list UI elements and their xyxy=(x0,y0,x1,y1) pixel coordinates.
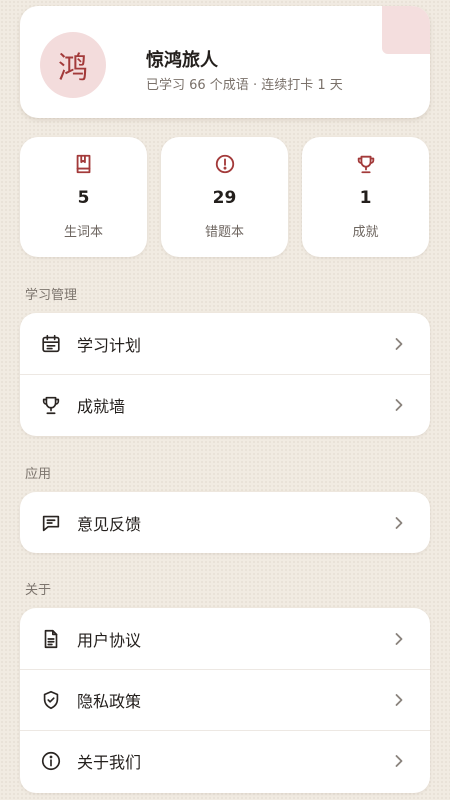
alert-circle-icon xyxy=(214,153,236,175)
notebook-icon xyxy=(73,153,95,175)
stat-value: 5 xyxy=(77,188,90,208)
message-icon xyxy=(40,512,62,534)
chevron-right-icon xyxy=(394,516,404,530)
menu-item-label: 关于我们 xyxy=(77,753,142,772)
profile-subtitle: 已学习 66 个成语 · 连续打卡 1 天 xyxy=(146,78,343,93)
stat-card-vocabulary[interactable]: 5 生词本 xyxy=(20,137,147,257)
menu-item-label: 学习计划 xyxy=(77,335,142,355)
nickname: 惊鸿旅人 xyxy=(146,50,218,71)
menu-item-about-us[interactable]: 关于我们 xyxy=(20,730,430,791)
info-icon xyxy=(40,750,62,772)
menu-item-privacy-policy[interactable]: 隐私政策 xyxy=(20,669,430,730)
stat-label: 错题本 xyxy=(204,225,244,240)
stat-card-mistakes[interactable]: 29 错题本 xyxy=(161,137,288,257)
stat-value: 29 xyxy=(212,188,237,208)
menu-item-label: 意见反馈 xyxy=(77,514,142,534)
avatar[interactable]: 鸿 xyxy=(40,32,106,98)
section-title-learning: 学习管理 xyxy=(25,288,78,303)
trophy-icon xyxy=(355,153,377,175)
menu-item-label: 成就墙 xyxy=(77,397,126,416)
menu-item-feedback[interactable]: 意见反馈 xyxy=(20,492,430,553)
section-title-app: 应用 xyxy=(25,467,52,482)
chevron-right-icon xyxy=(394,337,404,351)
chevron-right-icon xyxy=(394,398,404,412)
menu-item-label: 用户协议 xyxy=(77,630,142,650)
stat-label: 生词本 xyxy=(63,225,103,240)
chevron-right-icon xyxy=(394,632,404,646)
stat-value: 1 xyxy=(359,188,372,208)
document-icon xyxy=(40,628,62,650)
shield-check-icon xyxy=(40,689,62,711)
menu-item-study-plan[interactable]: 学习计划 xyxy=(20,313,430,374)
stat-label: 成就 xyxy=(352,225,379,240)
trophy-icon xyxy=(40,394,62,416)
profile-card[interactable]: 鸿 惊鸿旅人 已学习 66 个成语 · 连续打卡 1 天 xyxy=(20,6,430,118)
calendar-icon xyxy=(40,333,62,355)
stat-card-achievements[interactable]: 1 成就 xyxy=(302,137,429,257)
profile-corner-decoration xyxy=(382,6,430,54)
menu-group-app: 意见反馈 xyxy=(20,492,430,553)
menu-item-user-agreement[interactable]: 用户协议 xyxy=(20,608,430,669)
menu-item-label: 隐私政策 xyxy=(77,692,142,711)
menu-group-learning: 学习计划 成就墙 xyxy=(20,313,430,436)
chevron-right-icon xyxy=(394,693,404,707)
chevron-right-icon xyxy=(394,754,404,768)
section-title-about: 关于 xyxy=(25,583,52,598)
menu-group-about: 用户协议 隐私政策 关于我们 xyxy=(20,608,430,793)
menu-item-achievement-wall[interactable]: 成就墙 xyxy=(20,374,430,435)
